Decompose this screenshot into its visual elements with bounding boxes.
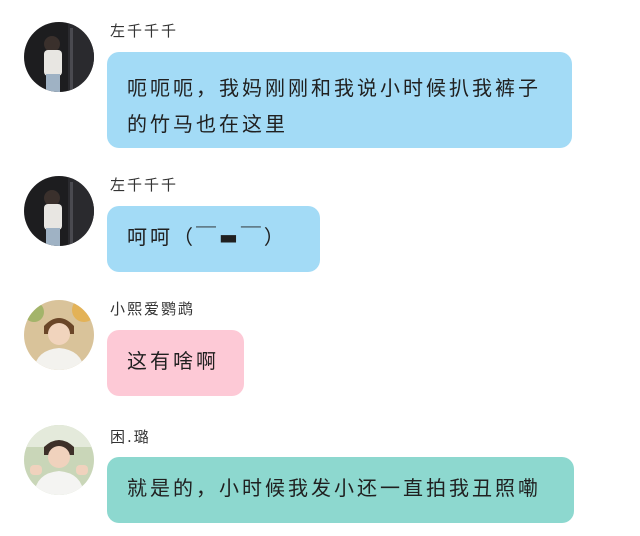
- avatar[interactable]: [24, 176, 94, 246]
- message-bubble[interactable]: 呵呵（￣▬￣）: [107, 206, 320, 272]
- sender-name: 左千千千: [110, 176, 179, 194]
- sender-name: 左千千千: [110, 22, 179, 40]
- avatar[interactable]: [24, 300, 94, 370]
- sender-name: 小熙爱鹦鹉: [110, 300, 196, 318]
- avatar[interactable]: [24, 22, 94, 92]
- avatar[interactable]: [24, 425, 94, 495]
- message-bubble[interactable]: 这有啥啊: [107, 330, 244, 396]
- sender-name: 困.璐: [110, 428, 151, 446]
- message-bubble[interactable]: 呃呃呃，我妈刚刚和我说小时候扒我裤子的竹马也在这里: [107, 52, 572, 148]
- message-bubble[interactable]: 就是的，小时候我发小还一直拍我丑照嘞: [107, 457, 574, 523]
